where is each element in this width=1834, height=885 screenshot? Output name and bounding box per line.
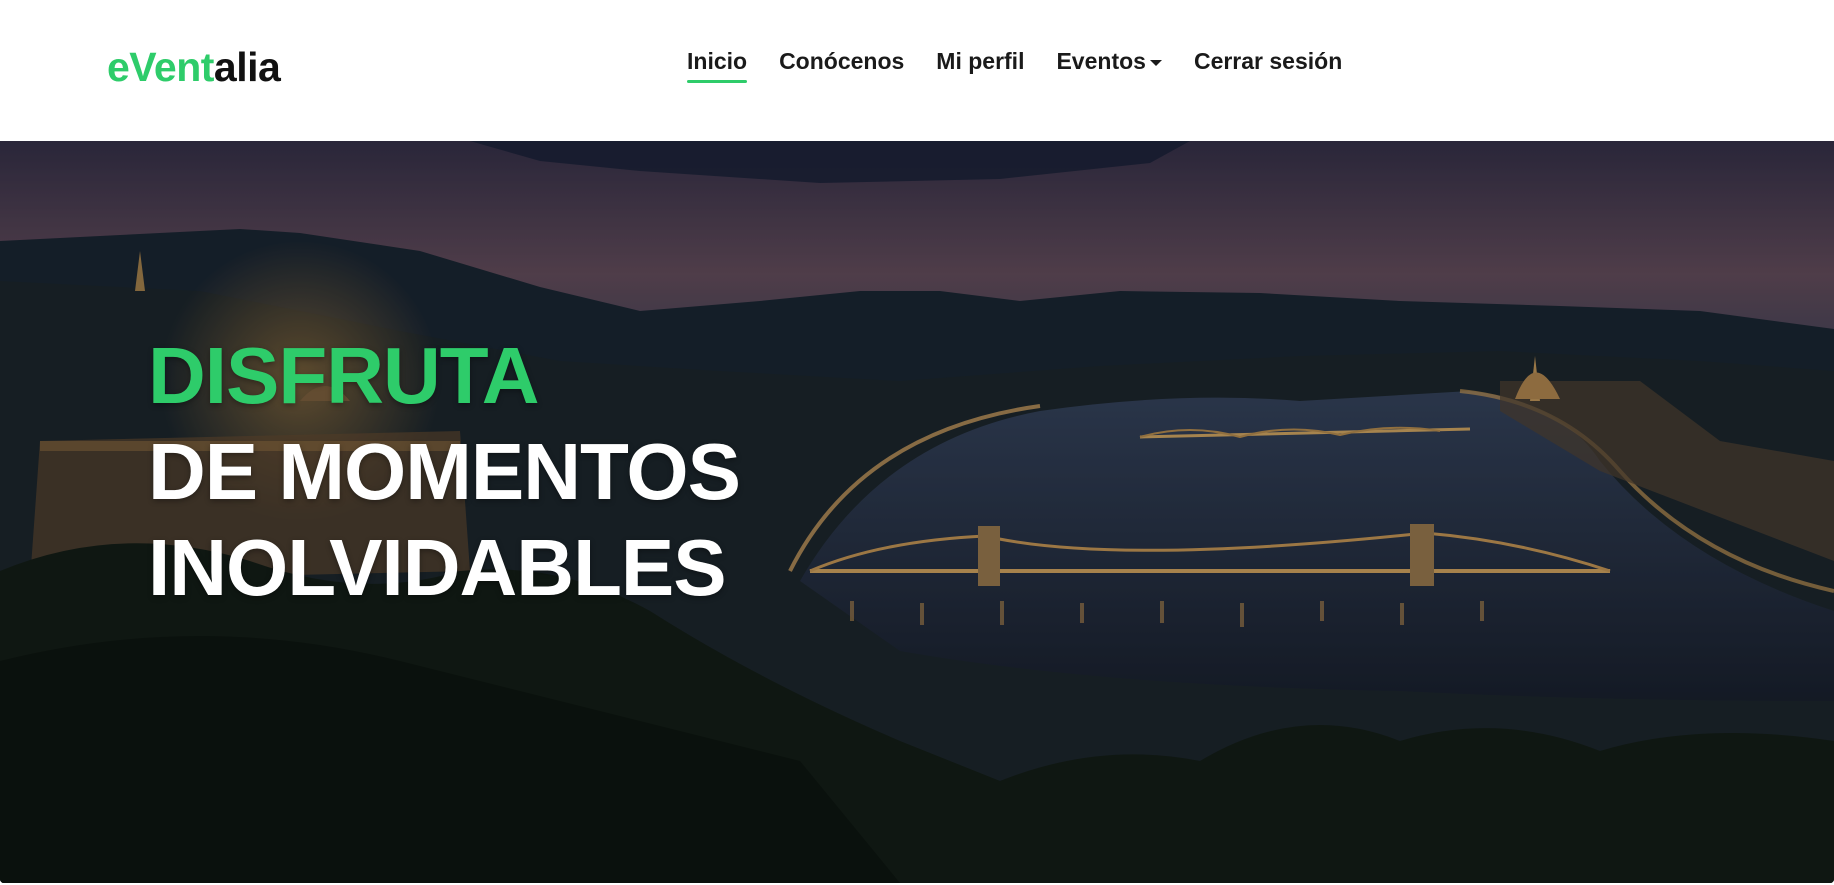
brand-logo[interactable]: eVentalia — [107, 44, 281, 91]
hero-headline-line3: INOLVIDABLES — [148, 523, 727, 612]
hero-headline: DISFRUTA DE MOMENTOS INOLVIDABLES — [148, 328, 741, 616]
hero-headline-line1: DISFRUTA — [148, 331, 539, 420]
main-nav: Inicio Conócenos Mi perfil Eventos Cerra… — [687, 48, 1342, 83]
brand-accent-text: eVent — [107, 44, 214, 90]
nav-item-eventos-label: Eventos — [1056, 48, 1146, 74]
nav-item-mi-perfil[interactable]: Mi perfil — [936, 48, 1024, 81]
caret-down-icon — [1149, 59, 1162, 66]
nav-item-eventos-dropdown[interactable]: Eventos — [1056, 48, 1162, 81]
hero-banner: DISFRUTA DE MOMENTOS INOLVIDABLES — [0, 141, 1834, 883]
hero-headline-line2: DE MOMENTOS — [148, 427, 741, 516]
brand-rest-text: alia — [213, 44, 281, 90]
nav-item-inicio[interactable]: Inicio — [687, 48, 748, 83]
nav-item-cerrar-sesion[interactable]: Cerrar sesión — [1194, 48, 1342, 81]
top-navbar: eVentalia Inicio Conócenos Mi perfil Eve… — [0, 0, 1834, 141]
nav-item-conocenos[interactable]: Conócenos — [779, 48, 904, 81]
